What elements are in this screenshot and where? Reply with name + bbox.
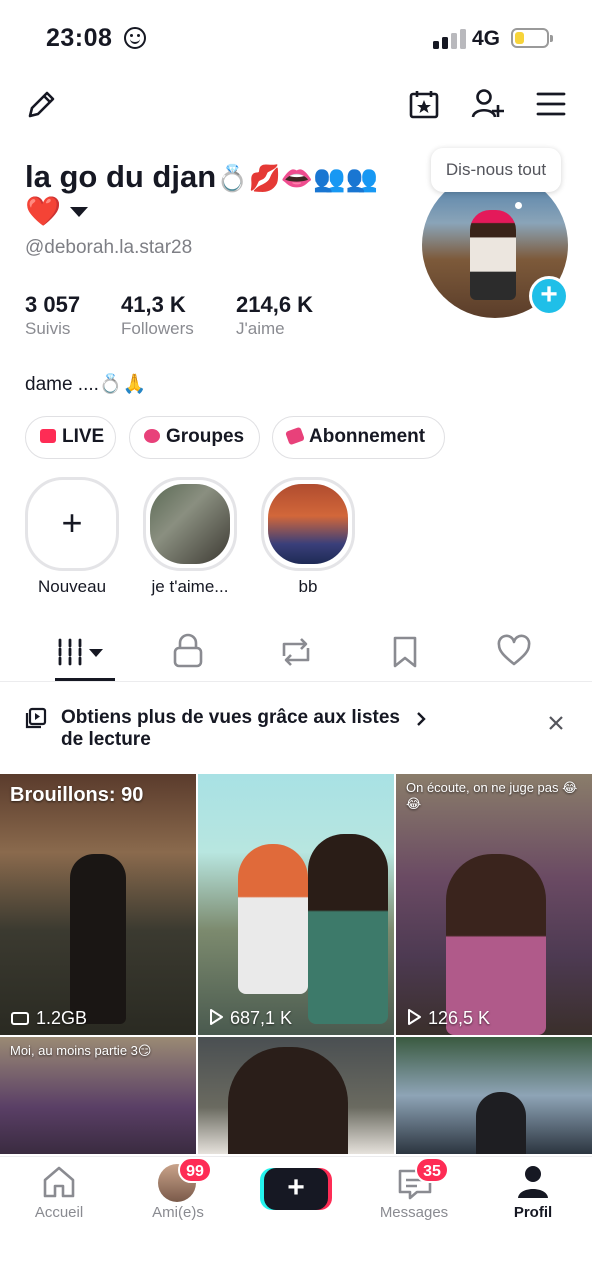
account-switch-caret-icon[interactable] bbox=[70, 207, 88, 217]
drafts-icon bbox=[11, 1012, 29, 1025]
nav-profile-label[interactable]: Profil bbox=[483, 1204, 583, 1221]
video-views-value-3: 126,5 K bbox=[428, 1008, 491, 1028]
subscription-label: Abonnement bbox=[309, 426, 426, 447]
nav-messages-label[interactable]: Messages bbox=[364, 1204, 464, 1221]
video-caption-4: Moi, au moins partie 3😏 bbox=[10, 1043, 152, 1058]
friends-badge: 99 bbox=[178, 1157, 212, 1183]
video-tile-4[interactable]: Moi, au moins partie 3😏 bbox=[0, 1037, 196, 1154]
profile-icon[interactable] bbox=[516, 1164, 550, 1200]
display-name-heart: ❤️ bbox=[25, 196, 62, 228]
tab-videos-grid[interactable] bbox=[55, 626, 115, 678]
display-name: la go du djan💍💋👄👥👥 bbox=[25, 158, 405, 197]
groups-label: Groupes bbox=[166, 426, 245, 447]
play-icon bbox=[210, 1009, 223, 1025]
tab-private-lock[interactable] bbox=[170, 626, 206, 678]
plus-icon: + bbox=[61, 502, 83, 543]
add-story-plus-icon[interactable]: + bbox=[529, 276, 569, 316]
edit-pencil-icon[interactable] bbox=[24, 88, 58, 122]
live-label: LIVE bbox=[62, 426, 105, 447]
home-icon[interactable] bbox=[41, 1165, 77, 1199]
tab-liked-heart[interactable] bbox=[496, 626, 532, 678]
tab-favorites-bookmark[interactable] bbox=[390, 626, 420, 678]
live-button[interactable]: LIVE bbox=[25, 416, 116, 459]
video-tile-5[interactable] bbox=[198, 1037, 394, 1154]
nav-friends-label[interactable]: Ami(e)s bbox=[128, 1204, 228, 1221]
status-time: 23:08 bbox=[46, 24, 113, 52]
stat-following-label[interactable]: Suivis bbox=[25, 319, 70, 339]
network-type: 4G bbox=[472, 27, 501, 50]
calendar-star-icon[interactable] bbox=[408, 88, 440, 120]
new-highlight-button[interactable]: + bbox=[25, 477, 119, 571]
tab-reposts[interactable] bbox=[278, 626, 314, 678]
add-friend-icon[interactable] bbox=[470, 86, 506, 122]
display-name-emojis: 💍💋👄👥👥 bbox=[216, 163, 379, 193]
display-name-text: la go du djan bbox=[25, 159, 217, 194]
create-button[interactable]: + bbox=[264, 1168, 328, 1210]
playlist-banner-line2: de lecture bbox=[61, 729, 151, 750]
status-bar: 23:08 4G bbox=[0, 0, 592, 78]
avatar-tooltip[interactable]: Dis-nous tout bbox=[431, 148, 561, 209]
playlist-banner-text: Obtiens plus de vues grâce aux listes de… bbox=[61, 707, 421, 751]
playlist-icon bbox=[25, 707, 47, 729]
active-tab-indicator bbox=[55, 678, 115, 681]
stat-followers-value[interactable]: 41,3 K bbox=[121, 292, 186, 318]
live-icon bbox=[40, 429, 56, 443]
stat-following-value[interactable]: 3 057 bbox=[25, 292, 80, 318]
smiley-icon bbox=[124, 27, 146, 49]
drafts-count-label: Brouillons: 90 bbox=[10, 784, 144, 806]
story-label-jetaime: je t'aime... bbox=[151, 577, 229, 596]
story-label-new: Nouveau bbox=[37, 577, 107, 596]
close-icon[interactable] bbox=[547, 714, 565, 732]
video-views-3: 126,5 K bbox=[406, 1008, 490, 1029]
playlist-banner-line1: Obtiens plus de vues grâce aux listes bbox=[61, 707, 400, 728]
video-caption-3: On écoute, on ne juge pas 😂😂 bbox=[406, 780, 578, 811]
subscription-icon bbox=[285, 426, 305, 446]
video-tile-6[interactable] bbox=[396, 1037, 592, 1154]
video-tile-2[interactable]: 687,1 K bbox=[198, 774, 394, 1035]
groups-icon bbox=[144, 429, 160, 443]
stat-likes-label[interactable]: J'aime bbox=[236, 319, 285, 339]
messages-badge: 35 bbox=[415, 1157, 449, 1183]
drafts-size-value: 1.2GB bbox=[36, 1008, 88, 1028]
stat-followers-label[interactable]: Followers bbox=[121, 319, 194, 339]
subscription-button[interactable]: Abonnement bbox=[272, 416, 445, 459]
story-label-bb: bb bbox=[298, 577, 318, 596]
video-tile-3[interactable]: On écoute, on ne juge pas 😂😂 126,5 K bbox=[396, 774, 592, 1035]
stat-likes-value[interactable]: 214,6 K bbox=[236, 292, 313, 318]
video-tile-drafts[interactable]: Brouillons: 90 1.2GB bbox=[0, 774, 196, 1035]
groups-button[interactable]: Groupes bbox=[129, 416, 260, 459]
username: @deborah.la.star28 bbox=[25, 237, 193, 258]
highlight-jetaime[interactable] bbox=[143, 477, 237, 571]
play-icon bbox=[408, 1009, 421, 1025]
video-views-2: 687,1 K bbox=[208, 1008, 292, 1029]
menu-icon[interactable] bbox=[536, 90, 566, 118]
signal-icon bbox=[433, 29, 466, 49]
video-views-value-2: 687,1 K bbox=[230, 1008, 293, 1028]
nav-home-label[interactable]: Accueil bbox=[9, 1204, 109, 1221]
video-grid: Brouillons: 90 1.2GB 687,1 K On écoute, … bbox=[0, 774, 592, 1154]
bio: dame ....💍🙏 bbox=[25, 374, 147, 395]
drafts-size: 1.2GB bbox=[10, 1008, 87, 1029]
profile-tabs bbox=[0, 626, 592, 682]
highlight-bb[interactable] bbox=[261, 477, 355, 571]
battery-icon bbox=[511, 28, 553, 48]
create-icon: + bbox=[287, 1171, 305, 1204]
